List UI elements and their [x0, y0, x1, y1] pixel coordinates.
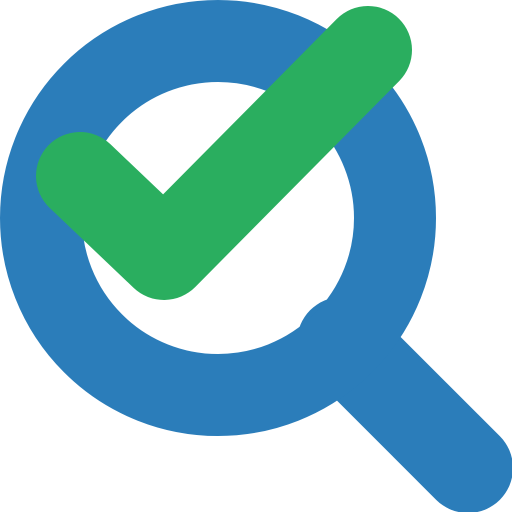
icon-canvas — [0, 0, 512, 512]
search-check-icon — [0, 0, 512, 512]
